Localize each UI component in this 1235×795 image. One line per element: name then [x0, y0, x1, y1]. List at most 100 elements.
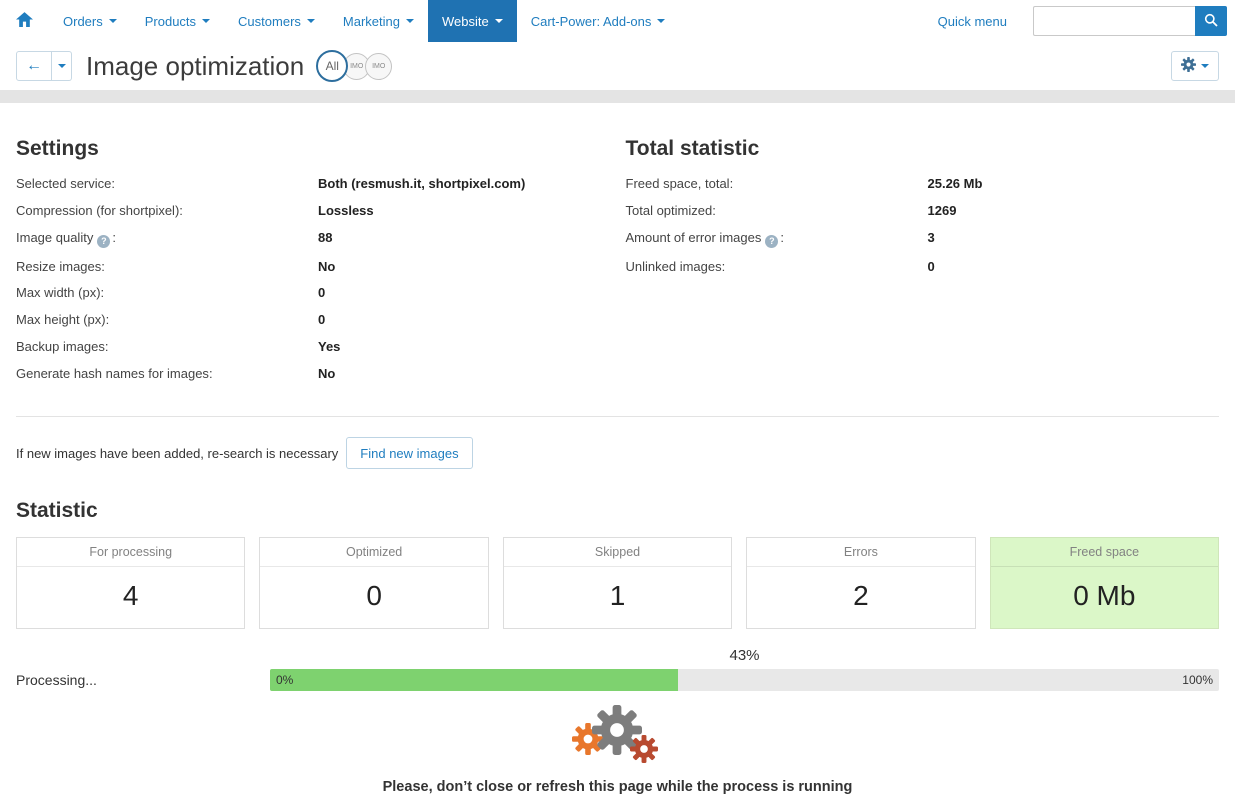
chevron-down-icon	[657, 19, 666, 23]
setting-row: Amount of error images?: 3	[625, 229, 1220, 248]
stat-card-value: 0	[366, 580, 382, 612]
nav-item-marketing[interactable]: Marketing	[329, 0, 428, 42]
chevron-down-icon	[306, 19, 315, 23]
nav-item-website[interactable]: Website	[427, 0, 517, 42]
setting-value: 0	[318, 285, 326, 301]
setting-value: Lossless	[318, 202, 374, 218]
progress-row: Processing... 0% 100%	[16, 669, 1219, 692]
progress-bar-fill	[270, 669, 679, 692]
help-icon[interactable]: ?	[97, 234, 111, 248]
page-settings-button[interactable]	[1171, 51, 1219, 81]
quick-menu-link[interactable]: Quick menu	[938, 14, 1007, 29]
setting-row: Selected service: Both (resmush.it, short…	[16, 176, 610, 192]
setting-label: Resize images:	[16, 258, 105, 274]
settings-panel: Settings Selected service: Both (resmush.…	[16, 103, 610, 394]
search-input[interactable]	[1033, 6, 1195, 36]
storefront-all-button[interactable]: All	[316, 50, 349, 82]
section-divider	[16, 416, 1219, 418]
settings-heading: Settings	[16, 137, 99, 160]
back-button-group: ←	[16, 51, 72, 81]
gear-icon	[629, 735, 658, 766]
progress-bar: 0% 100%	[270, 669, 1219, 692]
home-icon	[16, 12, 33, 30]
setting-label: Backup images:	[16, 339, 109, 355]
setting-label: Generate hash names for images:	[16, 366, 213, 382]
stat-card-label: Skipped	[503, 538, 732, 568]
topnav-right: Quick menu	[938, 0, 1235, 42]
stat-card-value: 0 Mb	[1073, 580, 1136, 612]
setting-row: Max height (px): 0	[16, 312, 610, 328]
page-title: Image optimization	[86, 50, 305, 81]
nav-item-label: Website	[441, 13, 489, 29]
nav-item-label: Products	[144, 13, 197, 29]
page-toolbar: ← Image optimization All IMO IMO	[0, 42, 1235, 90]
chevron-down-icon	[108, 19, 117, 23]
setting-value: 0	[927, 258, 935, 274]
setting-row: Max width (px): 0	[16, 286, 610, 301]
progress-percent-label: 43%	[729, 647, 760, 665]
settings-rows: Selected service: Both (resmush.it, short…	[16, 176, 610, 382]
nav-item-customers[interactable]: Customers	[224, 0, 329, 42]
nav-item-cart-power-add-ons[interactable]: Cart-Power: Add-ons	[517, 0, 680, 42]
setting-value: 88	[318, 229, 333, 245]
stat-card-skipped: Skipped 1	[502, 537, 733, 630]
setting-label: Max width (px):	[16, 285, 105, 301]
setting-value: 3	[927, 229, 935, 245]
stat-card-for-processing: For processing 4	[16, 537, 246, 630]
arrow-left-icon: ←	[26, 57, 42, 74]
nav-item-products[interactable]: Products	[131, 0, 224, 42]
chevron-down-icon	[494, 19, 503, 23]
main-content: Settings Selected service: Both (resmush.…	[0, 103, 1235, 795]
setting-label: Selected service:	[16, 176, 116, 191]
progress-status-label: Processing...	[16, 672, 97, 689]
chevron-down-icon	[1201, 64, 1209, 68]
stat-card-freed-space: Freed space 0 Mb	[989, 537, 1220, 630]
search-button[interactable]	[1195, 6, 1227, 36]
setting-label: Max height (px):	[16, 312, 110, 328]
setting-label: Total optimized:	[625, 202, 716, 218]
setting-label: Image quality?:	[16, 229, 116, 248]
statistic-heading: Statistic	[16, 499, 98, 523]
setting-value: No	[318, 258, 336, 274]
chevron-down-icon	[405, 19, 414, 23]
top-navigation: Orders Products Customers Marketing Website C…	[0, 0, 1235, 42]
setting-value: 1269	[927, 202, 957, 218]
gear-icon	[1181, 57, 1196, 75]
setting-label: Freed space, total:	[625, 176, 734, 191]
nav-item-label: Marketing	[342, 13, 400, 29]
nav-item-label: Cart-Power: Add-ons	[530, 13, 652, 29]
processing-animation	[571, 705, 664, 771]
back-button[interactable]: ←	[16, 51, 52, 81]
help-icon[interactable]: ?	[765, 234, 779, 248]
search-box	[1033, 6, 1227, 36]
setting-row: Total optimized: 1269	[625, 202, 1220, 219]
setting-label: Amount of error images?:	[625, 229, 784, 248]
stat-card-value: 4	[122, 580, 139, 612]
stat-card-optimized: Optimized 0	[259, 537, 489, 630]
progress-max-label: 100%	[1182, 673, 1213, 688]
storefront-selector: All IMO IMO	[316, 50, 393, 82]
storefront-badges: IMO IMO	[343, 52, 393, 80]
research-note: If new images have been added, re-search…	[16, 445, 339, 461]
stat-card-label: For processing	[17, 538, 245, 568]
back-dropdown-button[interactable]	[52, 51, 72, 81]
home-button[interactable]	[0, 0, 49, 42]
chevron-down-icon	[202, 19, 211, 23]
setting-label: Unlinked images:	[625, 258, 726, 274]
setting-value: Yes	[318, 339, 341, 355]
info-panels: Settings Selected service: Both (resmush.…	[16, 103, 1219, 394]
total-statistic-heading: Total statistic	[625, 137, 760, 160]
main-nav: Orders Products Customers Marketing Website C…	[49, 0, 679, 42]
total-statistic-panel: Total statistic Freed space, total: 25.26…	[626, 103, 1220, 394]
nav-item-orders[interactable]: Orders	[49, 0, 131, 42]
find-new-images-button[interactable]: Find new images	[346, 437, 473, 470]
stat-card-label: Freed space	[990, 538, 1219, 568]
search-icon	[1204, 13, 1218, 30]
research-row: If new images have been added, re-search…	[16, 437, 1219, 470]
setting-label: Compression (for shortpixel):	[16, 202, 183, 218]
setting-row: Backup images: Yes	[16, 339, 610, 355]
stat-card-label: Optimized	[260, 538, 488, 568]
chevron-down-icon	[57, 64, 66, 68]
storefront-badge[interactable]: IMO	[365, 52, 393, 80]
setting-row: Resize images: No	[16, 258, 610, 275]
